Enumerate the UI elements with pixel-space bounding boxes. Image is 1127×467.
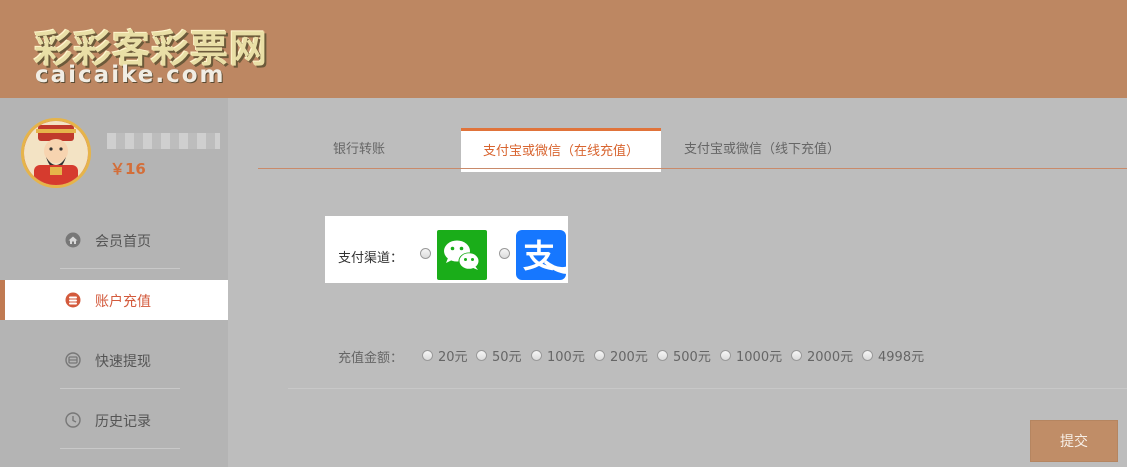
- alipay-glyph: 支: [523, 237, 555, 275]
- amount-label: 充值金额：: [338, 351, 404, 366]
- active-indicator: [0, 280, 5, 320]
- wallet-icon: [65, 352, 81, 368]
- wechat-pay-option[interactable]: [437, 230, 487, 280]
- amount-option-50[interactable]: 50元: [476, 346, 522, 365]
- menu-divider: [60, 388, 180, 389]
- sidebar-item-history[interactable]: 历史记录: [5, 400, 228, 440]
- amount-option-label: 500元: [673, 350, 711, 365]
- coins-icon: [65, 292, 81, 308]
- amount-option-label: 20元: [438, 350, 468, 365]
- sidebar-item-account-recharge[interactable]: 账户充值: [5, 280, 228, 320]
- tab-offline-recharge[interactable]: 支付宝或微信（线下充值）: [662, 131, 862, 169]
- wechat-radio[interactable]: [420, 248, 431, 259]
- site-header: 彩彩客彩票网 caicaike.com: [0, 0, 1127, 98]
- amount-radio[interactable]: [862, 350, 873, 361]
- sidebar-item-fast-withdraw[interactable]: 快速提现: [5, 340, 228, 380]
- payment-channel-panel: 支付渠道： 支: [325, 216, 568, 283]
- clock-icon: [65, 412, 81, 428]
- amount-option-4998[interactable]: 4998元: [862, 346, 924, 365]
- avatar-image: [24, 121, 88, 185]
- amount-option-label: 100元: [547, 350, 585, 365]
- sidebar-item-member-home[interactable]: 会员首页: [5, 220, 228, 260]
- sidebar-item-label: 账户充值: [95, 294, 151, 310]
- submit-button[interactable]: 提交: [1030, 420, 1118, 462]
- amount-option-label: 2000元: [807, 350, 854, 365]
- amount-radio[interactable]: [720, 350, 731, 361]
- menu-divider: [60, 448, 180, 449]
- amount-radio[interactable]: [422, 350, 433, 361]
- alipay-radio[interactable]: [499, 248, 510, 259]
- username-blurred: [107, 133, 220, 149]
- amount-radio[interactable]: [531, 350, 542, 361]
- sidebar-item-label: 会员首页: [95, 234, 151, 250]
- home-icon: [65, 232, 81, 248]
- tabs-underline: [258, 168, 1127, 169]
- sidebar-item-label: 快速提现: [95, 354, 151, 370]
- avatar[interactable]: [21, 118, 91, 188]
- amount-option-100[interactable]: 100元: [531, 346, 585, 365]
- wechat-pay-icon: [444, 240, 480, 270]
- sidebar: ￥16 会员首页 账户充值 快速提现 历史记录: [0, 98, 228, 467]
- tab-bank-transfer[interactable]: 银行转账: [300, 131, 418, 169]
- amount-option-label: 4998元: [878, 350, 925, 365]
- menu-divider: [60, 268, 180, 269]
- amount-radio[interactable]: [657, 350, 668, 361]
- amount-option-label: 1000元: [736, 350, 783, 365]
- amount-radio[interactable]: [594, 350, 605, 361]
- amount-option-20[interactable]: 20元: [422, 346, 468, 365]
- payment-channel-label: 支付渠道：: [338, 251, 404, 266]
- amount-radio[interactable]: [476, 350, 487, 361]
- amount-option-200[interactable]: 200元: [594, 346, 648, 365]
- amount-radio[interactable]: [791, 350, 802, 361]
- account-balance: ￥16: [110, 160, 146, 178]
- logo-domain-text: caicaike.com: [35, 62, 226, 88]
- amount-option-500[interactable]: 500元: [657, 346, 711, 365]
- section-divider: [288, 388, 1127, 389]
- alipay-icon: 支: [523, 237, 566, 275]
- amount-option-label: 50元: [492, 350, 522, 365]
- amount-option-1000[interactable]: 1000元: [720, 346, 782, 365]
- amount-option-label: 200元: [610, 350, 648, 365]
- tab-online-recharge[interactable]: 支付宝或微信（在线充值）: [461, 128, 661, 172]
- alipay-option[interactable]: 支: [516, 230, 566, 280]
- site-logo[interactable]: 彩彩客彩票网 caicaike.com: [34, 18, 284, 88]
- sidebar-item-label: 历史记录: [95, 414, 151, 430]
- amount-option-2000[interactable]: 2000元: [791, 346, 853, 365]
